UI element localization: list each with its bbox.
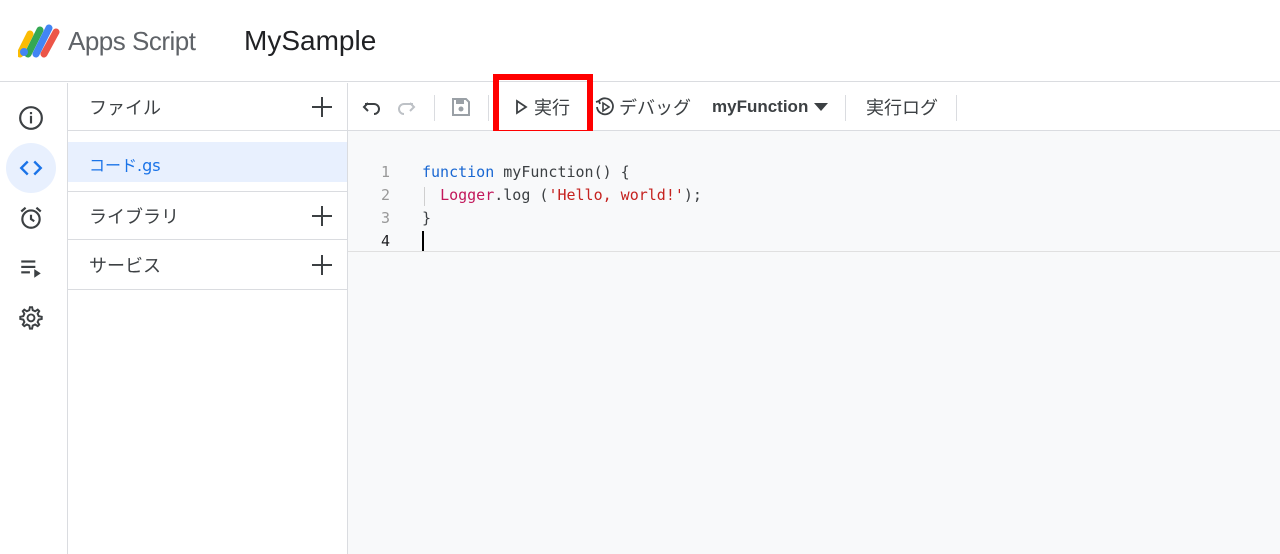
plus-icon	[312, 254, 332, 275]
save-button[interactable]	[450, 83, 476, 131]
services-label: サービス	[89, 255, 161, 277]
code-editor[interactable]: 1 function myFunction() { 2 Logger.log (…	[348, 131, 1280, 554]
file-item-label: コード.gs	[89, 156, 161, 175]
executions-button[interactable]	[6, 243, 56, 293]
execution-log-button[interactable]: 実行ログ	[866, 83, 938, 131]
code-line: 2 Logger.log ('Hello, world!');	[348, 184, 1280, 207]
code-text: Logger.log ('Hello, world!');	[440, 186, 702, 204]
executions-icon	[21, 260, 41, 278]
left-rail	[0, 83, 68, 554]
plus-icon	[312, 96, 332, 117]
files-label: ファイル	[89, 97, 161, 119]
code-text: }	[422, 209, 432, 227]
function-select-value: myFunction	[712, 97, 809, 116]
add-file-button[interactable]	[309, 94, 335, 120]
undo-icon	[362, 102, 380, 115]
services-section-header: サービス	[68, 240, 347, 290]
run-button-highlight	[493, 74, 593, 136]
add-library-button[interactable]	[309, 203, 335, 229]
overview-button[interactable]	[6, 93, 56, 143]
redo-icon	[398, 102, 416, 115]
code-icon	[19, 160, 43, 176]
files-section-header: ファイル	[68, 83, 347, 131]
text-cursor	[422, 231, 424, 251]
function-select[interactable]: myFunction	[712, 83, 829, 131]
editor-toolbar: 実行 デバッグ myFunction 実行ログ	[348, 83, 1280, 131]
plus-icon	[312, 205, 332, 226]
settings-button[interactable]	[6, 293, 56, 343]
execution-log-label: 実行ログ	[866, 98, 938, 119]
file-item-code-gs[interactable]: コード.gs	[68, 142, 347, 182]
app-header: Apps Script MySample	[0, 0, 1280, 82]
triggers-button[interactable]	[6, 193, 56, 243]
debug-label: デバッグ	[619, 98, 691, 119]
line-number: 3	[380, 209, 390, 227]
code-line: 4	[348, 230, 1280, 253]
project-name[interactable]: MySample	[244, 25, 376, 57]
code-line: 3 }	[348, 207, 1280, 230]
app-name[interactable]: Apps Script	[68, 26, 196, 57]
dropdown-arrow-icon	[814, 103, 829, 111]
alarm-clock-icon	[20, 206, 42, 229]
apps-script-logo[interactable]	[18, 24, 60, 58]
libraries-section-header: ライブラリ	[68, 191, 347, 240]
files-panel: ファイル コード.gs ライブラリ サービス	[68, 83, 348, 554]
code-text: function myFunction() {	[422, 163, 630, 181]
line-number: 4	[380, 232, 390, 250]
line-number: 1	[380, 163, 390, 181]
save-icon	[452, 98, 470, 116]
gear-icon	[19, 306, 43, 330]
code-line: 1 function myFunction() {	[348, 161, 1280, 184]
add-service-button[interactable]	[309, 252, 335, 278]
line-number: 2	[380, 186, 390, 204]
editor-button[interactable]	[6, 143, 56, 193]
undo-button[interactable]	[362, 83, 386, 131]
debug-button[interactable]: デバッグ	[594, 83, 691, 131]
redo-button[interactable]	[396, 83, 420, 131]
libraries-label: ライブラリ	[89, 206, 179, 228]
debug-icon	[595, 97, 614, 116]
info-icon	[19, 106, 43, 130]
